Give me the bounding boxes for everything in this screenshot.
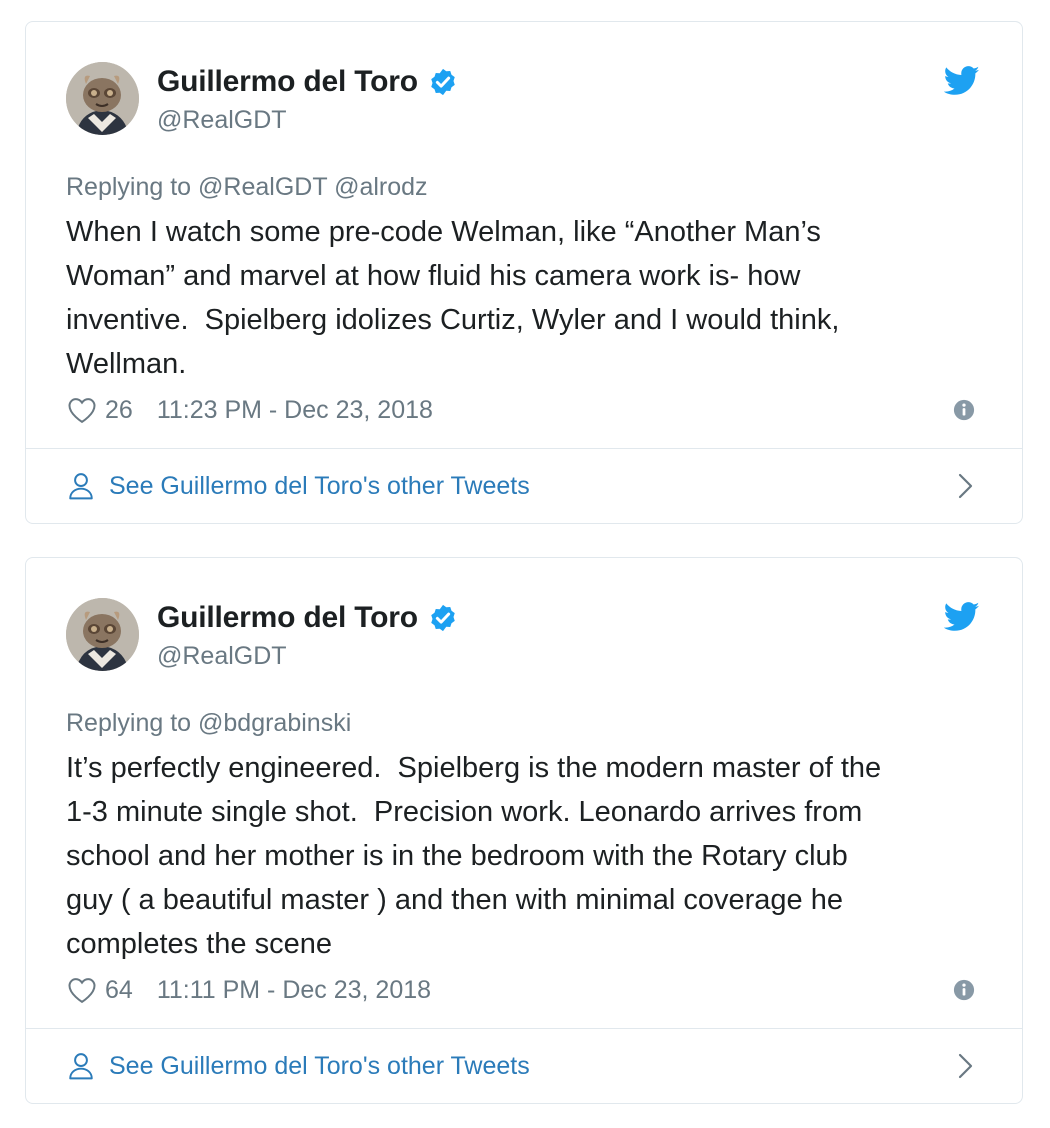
tweet-card: Guillermo del Toro @RealGDT Replying to … bbox=[25, 557, 1023, 1104]
tweet-meta: 26 11:23 PM - Dec 23, 2018 bbox=[66, 393, 982, 427]
verified-badge-icon bbox=[431, 604, 455, 632]
other-tweets-label[interactable]: See Guillermo del Toro's other Tweets bbox=[109, 472, 530, 501]
like-count[interactable]: 26 bbox=[105, 396, 133, 425]
other-tweets-link[interactable]: See Guillermo del Toro's other Tweets bbox=[26, 1028, 1022, 1103]
tweet-header: Guillermo del Toro @RealGDT bbox=[26, 558, 1022, 708]
replying-to[interactable]: Replying to @bdgrabinski bbox=[66, 708, 982, 738]
heart-outline-icon[interactable] bbox=[67, 396, 97, 424]
tweet-card: Guillermo del Toro @RealGDT Replying to … bbox=[25, 21, 1023, 524]
user-outline-icon bbox=[69, 473, 93, 500]
tweet-body: Replying to @RealGDT @alrodz When I watc… bbox=[26, 172, 1022, 427]
verified-badge-icon bbox=[431, 68, 455, 96]
user-outline-icon bbox=[69, 1053, 93, 1080]
tweet-text: When I watch some pre-code Welman, like … bbox=[66, 216, 840, 380]
tweet-meta: 64 11:11 PM - Dec 23, 2018 bbox=[66, 973, 982, 1007]
tweet-body: Replying to @bdgrabinski It’s perfectly … bbox=[26, 708, 1022, 1007]
replying-to[interactable]: Replying to @RealGDT @alrodz bbox=[66, 172, 982, 202]
author-name[interactable]: Guillermo del Toro bbox=[157, 65, 418, 99]
chevron-right-icon[interactable] bbox=[958, 473, 974, 499]
author-row: Guillermo del Toro bbox=[157, 65, 458, 99]
timestamp[interactable]: 11:23 PM - Dec 23, 2018 bbox=[157, 396, 433, 425]
twitter-bird-icon[interactable] bbox=[944, 66, 980, 96]
twitter-bird-icon[interactable] bbox=[944, 602, 980, 632]
other-tweets-link[interactable]: See Guillermo del Toro's other Tweets bbox=[26, 448, 1022, 523]
author-name[interactable]: Guillermo del Toro bbox=[157, 601, 418, 635]
tweet-text: It’s perfectly engineered. Spielberg is … bbox=[66, 752, 882, 960]
tweet-embeds: Guillermo del Toro @RealGDT Replying to … bbox=[0, 0, 1050, 1128]
other-tweets-label[interactable]: See Guillermo del Toro's other Tweets bbox=[109, 1052, 530, 1081]
like-count[interactable]: 64 bbox=[105, 976, 133, 1005]
author-handle[interactable]: @RealGDT bbox=[157, 642, 287, 671]
info-circle-icon[interactable] bbox=[953, 399, 975, 421]
author-row: Guillermo del Toro bbox=[157, 601, 458, 635]
avatar[interactable] bbox=[66, 62, 139, 135]
author-handle[interactable]: @RealGDT bbox=[157, 106, 287, 135]
avatar[interactable] bbox=[66, 598, 139, 671]
timestamp[interactable]: 11:11 PM - Dec 23, 2018 bbox=[157, 976, 431, 1005]
chevron-right-icon[interactable] bbox=[958, 1053, 974, 1079]
info-circle-icon[interactable] bbox=[953, 979, 975, 1001]
heart-outline-icon[interactable] bbox=[67, 976, 97, 1004]
tweet-header: Guillermo del Toro @RealGDT bbox=[26, 22, 1022, 172]
